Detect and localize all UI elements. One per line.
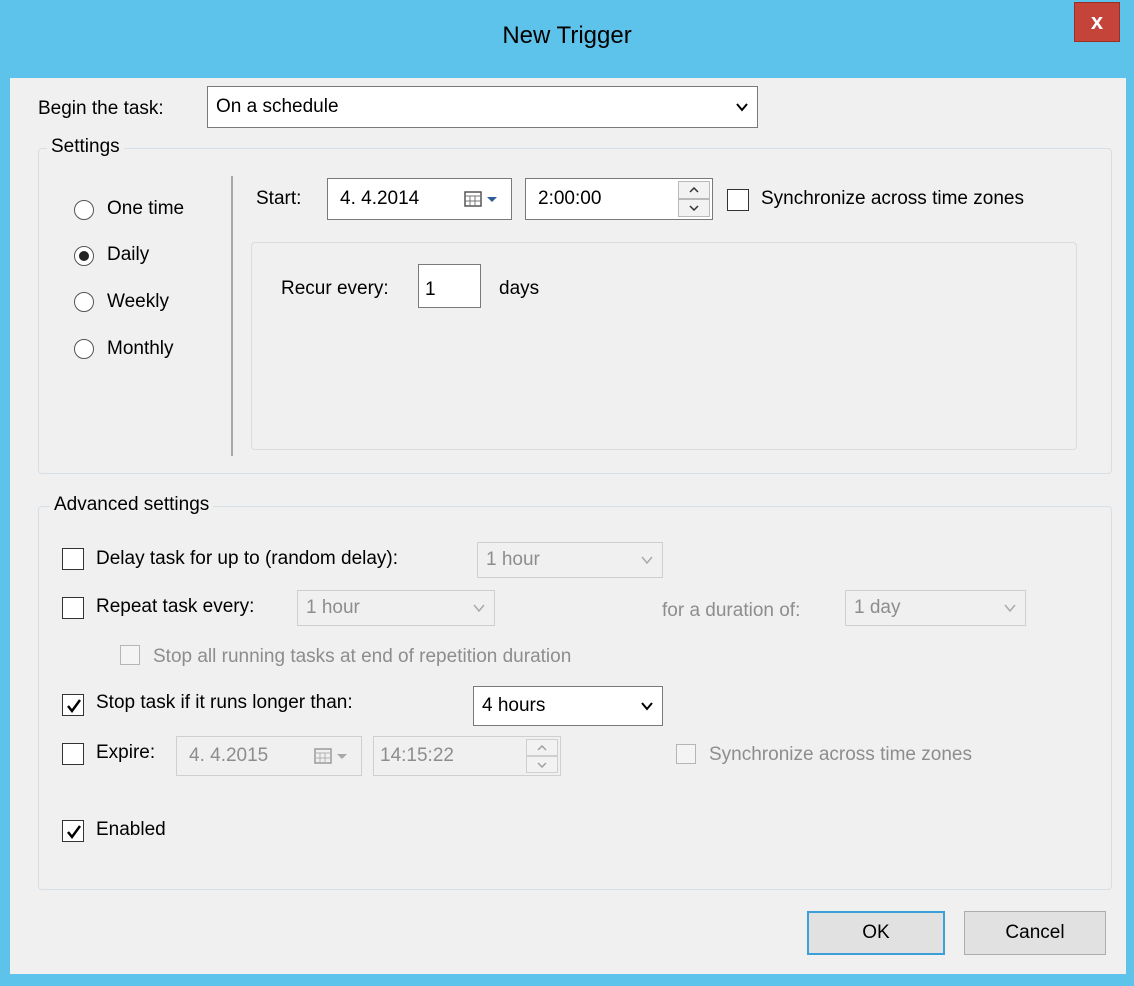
start-label: Start:: [256, 188, 302, 209]
spin-up-button[interactable]: [526, 739, 558, 756]
radio-monthly[interactable]: [74, 339, 94, 359]
duration-value: 1 day: [854, 597, 901, 618]
spin-down-button[interactable]: [678, 199, 710, 217]
radio-monthly-label: Monthly: [107, 338, 174, 359]
expire-date-picker[interactable]: 4. 4.2015: [176, 736, 362, 776]
duration-combo[interactable]: 1 day: [845, 590, 1026, 626]
stop-duration-value: 4 hours: [482, 695, 546, 716]
checkmark-icon: [67, 699, 82, 714]
chevron-down-icon: [641, 702, 653, 711]
dialog-body: Begin the task: On a schedule Settings O…: [10, 78, 1126, 974]
enabled-label: Enabled: [96, 819, 166, 840]
ok-button-label: OK: [862, 922, 890, 943]
stop-all-running-checkbox[interactable]: [120, 645, 140, 665]
radio-daily[interactable]: [74, 246, 94, 266]
repeat-task-label: Repeat task every:: [96, 596, 255, 617]
spin-up-button[interactable]: [678, 181, 710, 199]
recur-unit-label: days: [499, 278, 540, 299]
radio-daily-label: Daily: [107, 244, 150, 265]
start-date-value: 4. 4.2014: [340, 188, 420, 209]
spin-down-button[interactable]: [526, 756, 558, 773]
recur-every-label: Recur every:: [281, 278, 389, 299]
advanced-settings-title: Advanced settings: [50, 494, 214, 516]
recur-every-input[interactable]: 1: [418, 264, 481, 308]
expire-time-field[interactable]: 14:15:22: [373, 736, 561, 776]
chevron-up-icon: [537, 744, 547, 751]
recur-every-value: 1: [425, 279, 436, 300]
chevron-down-icon: [1004, 604, 1016, 613]
expire-sync-checkbox[interactable]: [676, 744, 696, 764]
chevron-down-icon: [641, 556, 653, 565]
chevron-up-icon: [689, 187, 699, 193]
delay-duration-value: 1 hour: [486, 549, 540, 570]
chevron-down-icon: [537, 761, 547, 768]
new-trigger-dialog: New Trigger x Begin the task: On a sched…: [0, 0, 1134, 986]
stop-if-longer-checkbox[interactable]: [62, 694, 84, 716]
start-date-picker[interactable]: 4. 4.2014: [327, 178, 512, 220]
close-button[interactable]: x: [1074, 2, 1120, 42]
recurrence-panel: [251, 242, 1077, 450]
delay-task-label: Delay task for up to (random delay):: [96, 548, 399, 569]
calendar-dropdown-icon[interactable]: [463, 189, 503, 209]
enabled-checkbox[interactable]: [62, 820, 84, 842]
settings-divider: [231, 176, 233, 456]
expire-label: Expire:: [96, 742, 156, 763]
expire-date-value: 4. 4.2015: [189, 745, 269, 766]
dialog-title: New Trigger: [502, 22, 632, 49]
expire-checkbox[interactable]: [62, 743, 84, 765]
start-time-spinner[interactable]: [678, 181, 710, 217]
radio-weekly[interactable]: [74, 292, 94, 312]
delay-task-checkbox[interactable]: [62, 548, 84, 570]
calendar-dropdown-icon[interactable]: [313, 746, 353, 766]
sync-time-zones-label: Synchronize across time zones: [761, 188, 1024, 209]
chevron-down-icon: [473, 604, 485, 613]
repeat-task-checkbox[interactable]: [62, 597, 84, 619]
chevron-down-icon: [736, 103, 748, 112]
repeat-interval-value: 1 hour: [306, 597, 360, 618]
stop-all-running-label: Stop all running tasks at end of repetit…: [153, 646, 572, 667]
radio-one-time-label: One time: [107, 198, 185, 219]
duration-label: for a duration of:: [662, 600, 801, 621]
cancel-button[interactable]: Cancel: [964, 911, 1106, 955]
sync-time-zones-checkbox[interactable]: [727, 189, 749, 211]
radio-one-time[interactable]: [74, 200, 94, 220]
start-time-value: 2:00:00: [538, 188, 602, 209]
begin-task-combo[interactable]: On a schedule: [207, 86, 758, 128]
chevron-down-icon: [689, 205, 699, 211]
expire-sync-label: Synchronize across time zones: [709, 744, 972, 765]
radio-weekly-label: Weekly: [107, 291, 169, 312]
expire-time-spinner[interactable]: [526, 739, 558, 773]
stop-if-longer-label: Stop task if it runs longer than:: [96, 692, 353, 713]
stop-duration-combo[interactable]: 4 hours: [473, 686, 663, 726]
cancel-button-label: Cancel: [1005, 922, 1065, 943]
repeat-interval-combo[interactable]: 1 hour: [297, 590, 495, 626]
begin-task-label: Begin the task:: [38, 98, 164, 119]
title-bar[interactable]: New Trigger x: [0, 0, 1134, 78]
expire-time-value: 14:15:22: [380, 745, 454, 766]
begin-task-value: On a schedule: [216, 96, 339, 117]
ok-button[interactable]: OK: [807, 911, 945, 955]
start-time-field[interactable]: 2:00:00: [525, 178, 713, 220]
checkmark-icon: [67, 825, 82, 840]
delay-duration-combo[interactable]: 1 hour: [477, 542, 663, 578]
settings-group-title: Settings: [47, 136, 124, 158]
